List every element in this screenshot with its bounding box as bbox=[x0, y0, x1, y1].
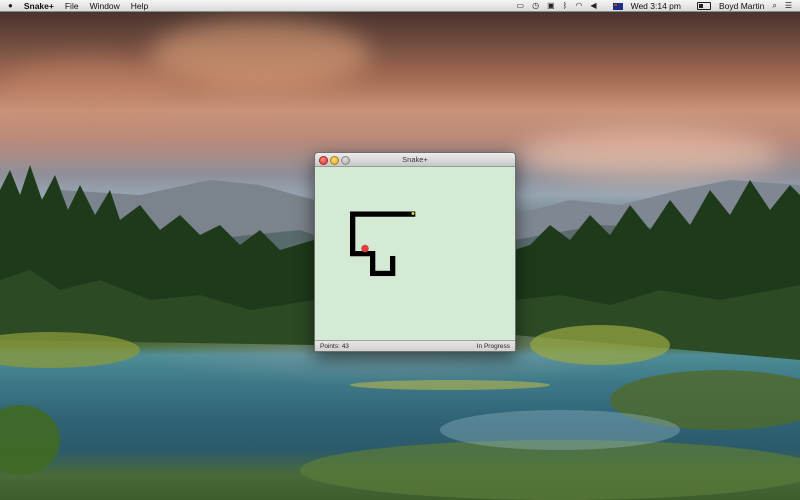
game-canvas bbox=[350, 211, 416, 277]
snake-segment bbox=[350, 216, 356, 222]
status-bar: Points: 43 In Progress bbox=[315, 340, 515, 351]
desktop: ● Snake+ File Window Help ▭ ◷ ▣ ᛒ ◠ ◀ We… bbox=[0, 0, 800, 500]
snake-segment bbox=[370, 255, 376, 262]
menu-bar: ● Snake+ File Window Help ▭ ◷ ▣ ᛒ ◠ ◀ We… bbox=[0, 0, 800, 12]
wifi-icon[interactable]: ◠ bbox=[575, 0, 582, 12]
snake-segment bbox=[390, 270, 396, 277]
snake-segment bbox=[380, 211, 386, 217]
apple-menu-icon[interactable]: ● bbox=[8, 0, 13, 12]
snake-segment bbox=[370, 211, 376, 217]
snake-segment bbox=[350, 241, 356, 247]
snake-segment bbox=[360, 211, 366, 217]
snake-segment bbox=[355, 211, 361, 217]
airplay-icon[interactable]: ▭ bbox=[517, 0, 525, 12]
bluetooth-icon[interactable]: ᛒ bbox=[563, 0, 568, 12]
lock-icon[interactable]: ▣ bbox=[547, 0, 555, 12]
volume-icon[interactable]: ◀ bbox=[590, 0, 596, 12]
time-machine-icon[interactable]: ◷ bbox=[532, 0, 539, 12]
snake-segment bbox=[350, 246, 356, 252]
snake-segment bbox=[350, 251, 356, 257]
battery-icon[interactable] bbox=[689, 0, 711, 12]
snake-segment bbox=[370, 265, 376, 272]
snake-segment bbox=[380, 270, 386, 277]
snake-segment bbox=[350, 236, 356, 242]
menu-user[interactable]: Boyd Martin bbox=[719, 0, 764, 12]
snake-eye bbox=[411, 211, 415, 215]
flag-icon[interactable] bbox=[605, 0, 623, 12]
snake-segment bbox=[370, 251, 376, 257]
snake-segment bbox=[390, 265, 396, 272]
menu-window[interactable]: Window bbox=[90, 0, 120, 12]
zoom-button[interactable] bbox=[341, 155, 350, 165]
snake-window: Snake+ Points: 43 In Progress bbox=[314, 152, 516, 352]
snake-segment bbox=[370, 270, 376, 277]
snake-segment bbox=[385, 270, 391, 277]
snake-segment bbox=[350, 221, 356, 227]
snake-segment bbox=[365, 211, 371, 217]
snake-segment bbox=[390, 255, 396, 262]
menu-file[interactable]: File bbox=[65, 0, 79, 12]
snake-segment bbox=[390, 260, 396, 267]
snake-segment bbox=[375, 211, 381, 217]
points-display: Points: 43 bbox=[320, 343, 349, 350]
snake-segment bbox=[395, 211, 401, 217]
snake-segment bbox=[350, 226, 356, 232]
menu-help[interactable]: Help bbox=[131, 0, 148, 12]
list-icon[interactable]: ☰ bbox=[785, 0, 792, 12]
snake-segment bbox=[390, 211, 396, 217]
close-button[interactable] bbox=[319, 155, 328, 165]
snake-segment bbox=[350, 231, 356, 237]
snake-segment bbox=[405, 211, 411, 217]
points-label: Points: bbox=[320, 343, 340, 350]
menu-app-name[interactable]: Snake+ bbox=[24, 0, 54, 12]
game-board[interactable] bbox=[315, 167, 515, 340]
points-value: 43 bbox=[341, 343, 349, 350]
minimize-button[interactable] bbox=[330, 155, 339, 165]
snake-segment bbox=[375, 270, 381, 277]
search-icon[interactable]: ⌕ bbox=[772, 0, 776, 12]
title-bar[interactable]: Snake+ bbox=[315, 153, 515, 167]
snake-segment bbox=[385, 211, 391, 217]
window-title: Snake+ bbox=[402, 155, 428, 164]
snake-segment bbox=[370, 260, 376, 267]
food-pellet bbox=[361, 244, 369, 253]
game-state: In Progress bbox=[476, 343, 510, 350]
menu-clock[interactable]: Wed 3:14 pm bbox=[631, 0, 681, 12]
snake-segment bbox=[400, 211, 406, 217]
snake-segment bbox=[350, 211, 356, 217]
snake-segment bbox=[355, 251, 361, 257]
